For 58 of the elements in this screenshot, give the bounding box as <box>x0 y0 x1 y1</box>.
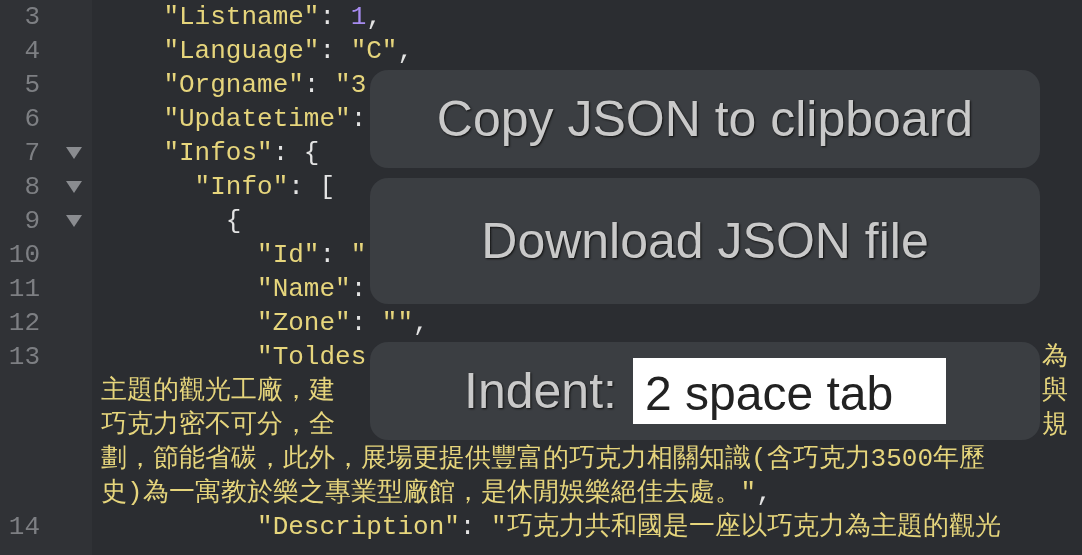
json-string: 規 <box>1042 409 1068 440</box>
json-punctuation: { <box>224 205 242 238</box>
json-string: "3 <box>335 69 367 102</box>
json-punctuation: : <box>303 69 321 102</box>
json-punctuation: : <box>350 307 368 340</box>
line-number: 13 <box>8 341 40 372</box>
json-key: "Listname" <box>101 0 320 34</box>
json-key: "Orgname" <box>101 68 304 102</box>
json-key: "Id" <box>101 238 320 272</box>
indent-select[interactable]: 2 space tab <box>632 358 946 424</box>
json-string: 為 <box>1042 341 1068 372</box>
json-punctuation: : <box>350 273 367 306</box>
json-string: " <box>350 239 367 272</box>
json-string: "C" <box>350 35 398 68</box>
collapse-arrow-icon[interactable] <box>66 180 82 194</box>
json-key: "Info" <box>101 170 289 204</box>
line-number: 5 <box>24 69 40 100</box>
line-number: 14 <box>8 511 40 542</box>
json-key: "Language" <box>101 34 320 68</box>
line-number: 12 <box>8 307 40 338</box>
json-string: 史)為一寓教於樂之專業型廠館，是休閒娛樂絕佳去處。" <box>101 477 757 510</box>
json-key: "Updatetime" <box>101 102 351 136</box>
line-number: 6 <box>24 103 40 134</box>
json-string: "巧克力共和國是一座以巧克力為主題的觀光 <box>491 511 1001 544</box>
json-punctuation: : <box>319 1 337 34</box>
indent-label: Indent: <box>464 361 617 421</box>
collapse-arrow-icon[interactable] <box>66 146 82 160</box>
line-number: 10 <box>8 239 40 270</box>
json-key: "Name" <box>101 272 351 306</box>
json-punctuation: : [ <box>288 171 336 204</box>
json-string: "" <box>381 307 414 340</box>
json-punctuation: : <box>459 511 477 544</box>
json-punctuation: , <box>756 477 772 510</box>
json-punctuation: : { <box>272 137 320 170</box>
json-key: "Zone" <box>101 306 351 340</box>
json-punctuation: : <box>350 103 367 136</box>
json-key: "Description" <box>101 510 460 544</box>
line-number: 3 <box>24 1 40 32</box>
copy-button[interactable]: Copy JSON to clipboard <box>370 70 1040 168</box>
line-number: 4 <box>24 35 40 66</box>
line-number: 11 <box>8 273 40 304</box>
json-string: 劃，節能省碳，此外，展場更提供豐富的巧克力相關知識(含巧克力3500年歷 <box>101 443 985 476</box>
json-punctuation: , <box>366 1 382 34</box>
line-number: 7 <box>24 137 40 168</box>
json-punctuation: , <box>397 35 414 68</box>
json-punctuation: , <box>413 307 429 340</box>
line-number: 8 <box>24 171 40 202</box>
collapse-arrow-icon[interactable] <box>66 214 82 228</box>
json-string: 主題的觀光工廠，建 <box>101 375 335 408</box>
line-number: 9 <box>24 205 40 236</box>
json-key: "Infos" <box>101 136 273 170</box>
json-string: 巧克力密不可分，全 <box>101 409 335 442</box>
json-punctuation: : <box>319 35 337 68</box>
json-punctuation: : <box>319 239 337 272</box>
download-button[interactable]: Download JSON file <box>370 178 1040 304</box>
json-number: 1 <box>350 1 367 34</box>
json-key: "Toldes <box>101 340 367 374</box>
json-string: 與 <box>1042 375 1068 406</box>
